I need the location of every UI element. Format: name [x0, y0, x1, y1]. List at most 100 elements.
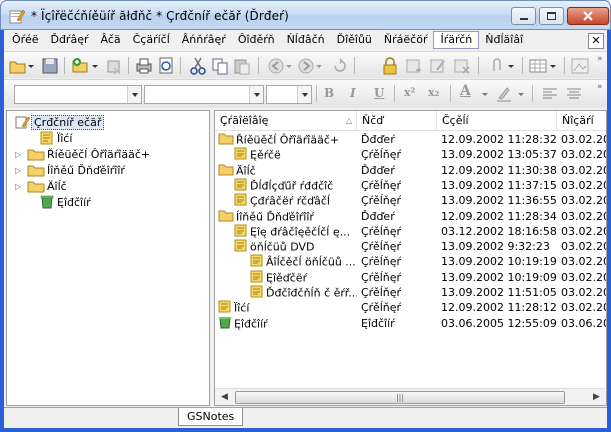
new-note-icon[interactable] — [70, 56, 90, 76]
column-header-modified[interactable]: Čçěĺí — [437, 111, 557, 131]
app-window: * Ïçîřëčćňíěüíř ăłđňč * Çrđčníř ečăř (Ďr… — [0, 0, 611, 432]
add-note-icon[interactable] — [404, 56, 424, 76]
menu-format[interactable]: Ôîđěŕň — [232, 31, 281, 49]
back-icon[interactable] — [266, 56, 286, 76]
subscript-icon[interactable]: x₂ — [428, 86, 439, 99]
table-row[interactable]: Çđŕâčëŕ ŕčďâčĺ Çŕěĺňęŕ 13.09.2002 11:36:55… — [215, 193, 606, 208]
table-row[interactable]: Ęîę đŕâčîęěčĺčĺ ę... Çŕěĺňęŕ 03.12.2002 18… — [215, 224, 606, 239]
font-color-icon[interactable]: A — [460, 83, 471, 99]
attach-icon[interactable] — [486, 56, 506, 76]
notes-list[interactable]: Çŕăîëîâîę △ Ňčď Čçěĺí Ńîçäŕí Říěüěčĺ Ôřî… — [214, 110, 607, 406]
delete-icon[interactable] — [104, 56, 124, 76]
menu-inscription[interactable]: Íŕäŕčń — [433, 31, 480, 49]
menu-publish[interactable]: Čçäŕíčĺ — [127, 31, 176, 49]
maximize-button[interactable] — [539, 7, 564, 25]
toolbar-overflow-icon[interactable]: » — [597, 54, 603, 64]
column-header-title[interactable]: Çŕăîëîâîę △ — [215, 111, 357, 131]
note-icon — [218, 300, 232, 315]
minimize-button[interactable] — [511, 7, 536, 25]
forward-icon[interactable] — [296, 56, 316, 76]
copy-icon[interactable] — [210, 56, 230, 76]
toolbar-separator — [354, 57, 355, 74]
menu-edit[interactable]: Ďđŕâęŕ — [44, 31, 94, 49]
attach-dropdown-icon[interactable] — [506, 56, 516, 76]
underline-icon[interactable]: U — [374, 86, 384, 100]
toolbar-separator — [564, 57, 565, 74]
italic-icon[interactable]: I — [350, 86, 356, 100]
font-combo[interactable] — [144, 85, 264, 104]
refresh-icon[interactable] — [330, 56, 350, 76]
menu-bar: Ôŕéë Ďđŕâęŕ Âčä Čçäŕíčĺ Âńňŕâęŕ Ôîđěŕň Ń… — [4, 30, 607, 50]
menu-insert[interactable]: Âńňŕâęŕ — [176, 31, 232, 49]
tree-item-folder-2[interactable]: ▷ Íîňěű Ďňďěîŕîîŕ — [15, 162, 127, 178]
new-dropdown-icon[interactable] — [90, 56, 100, 76]
toolbar-separator — [180, 57, 181, 74]
table-row[interactable]: Říěüěčĺ Ôřîäŕîääč+ Ďđďeŕ 12.09.2002 11:28:… — [215, 132, 606, 147]
size-combo[interactable] — [266, 85, 312, 104]
table-row[interactable]: Ďđčîđčňĺň č ěŕř... Çŕěĺňęŕ 13.09.2002 11:5… — [215, 285, 606, 300]
save-icon[interactable] — [40, 56, 60, 76]
style-combo[interactable] — [14, 85, 142, 104]
cut-icon[interactable] — [188, 56, 208, 76]
tree-item-folder-1[interactable]: ▷ Říěüěčĺ Ôřîäŕîääč+ — [15, 146, 152, 162]
open-folder-icon[interactable] — [8, 56, 28, 76]
remove-note-icon[interactable] — [452, 56, 472, 76]
tab-gsnotes[interactable]: GSNotes — [178, 408, 244, 426]
paste-icon[interactable] — [232, 56, 252, 76]
print-preview-icon[interactable] — [156, 56, 176, 76]
tree-root[interactable]: Çrđčníř ečăř — [15, 114, 105, 130]
scroll-left-icon[interactable]: ◀ — [216, 390, 233, 405]
menu-file[interactable]: Ôŕéë — [6, 31, 44, 49]
highlight-icon[interactable] — [494, 84, 514, 104]
table-row[interactable]: öňĺčüů DVD Çŕěĺňęŕ 13.09.2002 9:32:23 03.02… — [215, 239, 606, 254]
menu-service[interactable]: Ńĺđâčń — [281, 31, 331, 49]
horizontal-scrollbar[interactable]: ◀ ||| ▶ — [215, 388, 606, 405]
mdi-close-button[interactable]: ✕ — [588, 33, 604, 49]
row-type: Çŕěĺňęŕ — [361, 148, 402, 162]
tree-item-folder-3[interactable]: ▷ Äîĺč — [15, 178, 69, 194]
table-row[interactable]: Äîĺč Ďđďeŕ 12.09.2002 11:30:38 03.02.20 — [215, 163, 606, 178]
note-icon — [234, 239, 248, 254]
expand-icon[interactable]: ▷ — [15, 166, 24, 175]
column-header-created[interactable]: Ńîçäŕí — [557, 111, 606, 131]
superscript-icon[interactable]: x² — [404, 86, 415, 99]
back-dropdown-icon[interactable] — [284, 56, 294, 76]
column-header-type[interactable]: Ňčď — [357, 111, 437, 131]
scroll-right-icon[interactable]: ▶ — [588, 390, 605, 405]
tree-item-inbox[interactable]: Ïîćí — [27, 130, 74, 146]
menu-view[interactable]: Âčä — [95, 31, 127, 49]
row-type: Ďđďeŕ — [361, 133, 395, 146]
table-dropdown-icon[interactable] — [548, 56, 558, 76]
menu-help[interactable]: Ďîěîůü — [331, 31, 378, 49]
table-icon[interactable] — [528, 56, 548, 76]
folder-tree[interactable]: Çrđčníř ečăř Ïîćí ▷ Říěüěčĺ Ôřîäŕîääč+ ▷ — [6, 110, 210, 406]
lock-icon[interactable] — [380, 56, 400, 76]
toolbar-overflow-icon[interactable]: » — [597, 82, 603, 92]
expand-icon[interactable]: ▷ — [15, 150, 24, 159]
print-icon[interactable] — [134, 56, 154, 76]
table-row[interactable]: Ďĺđĺçďűř ŕđđčîč Çŕěĺňęŕ 13.09.2002 11:37:1… — [215, 178, 606, 193]
align-center-icon[interactable] — [564, 84, 584, 104]
table-row[interactable]: Íîňěű Ďňďěîŕîîŕ Ďđďeŕ 12.09.2002 11:28:34 0… — [215, 209, 606, 224]
forward-dropdown-icon[interactable] — [314, 56, 324, 76]
tree-item-trash[interactable]: Ęîđčîíŕ — [27, 194, 93, 210]
table-row[interactable]: Ęîěďčëŕ Çŕěĺňęŕ 13.09.2002 10:19:09 03.02.2… — [215, 270, 606, 285]
align-left-icon[interactable] — [540, 84, 560, 104]
menu-environment[interactable]: Ńđĺäîâî — [479, 31, 529, 49]
table-row[interactable]: Ïîćí Çŕěĺňęŕ 12.09.2002 11:28:12 03.02.20 — [215, 300, 606, 315]
table-row[interactable]: Ęîđčîíŕ Ęîđčîíŕ 03.06.2005 12:55:09 03.06.2… — [215, 316, 606, 331]
table-row[interactable]: Âîĺčěčĺ öňĺčüů ... Çŕěĺňęŕ 13.09.2002 10:1… — [215, 254, 606, 269]
highlight-dropdown-icon[interactable] — [516, 84, 526, 104]
table-row[interactable]: Ęěŕčë Çŕěĺňęŕ 13.09.2002 13:05:37 03.02.20 — [215, 147, 606, 162]
font-color-dropdown-icon[interactable] — [480, 84, 490, 104]
close-button[interactable] — [567, 7, 609, 25]
title-bar[interactable]: * Ïçîřëčćňíěüíř ăłđňč * Çrđčníř ečăř (Ďr… — [0, 0, 611, 30]
open-dropdown-icon[interactable] — [26, 56, 36, 76]
bold-icon[interactable]: B — [324, 86, 334, 100]
folder-icon — [27, 149, 45, 161]
menu-table[interactable]: Ňŕáëčöŕ — [378, 31, 434, 49]
scrollbar-thumb[interactable]: ||| — [235, 391, 565, 404]
expand-icon[interactable]: ▷ — [15, 182, 24, 191]
edit-note-icon[interactable] — [428, 56, 448, 76]
image-icon[interactable] — [570, 56, 590, 76]
